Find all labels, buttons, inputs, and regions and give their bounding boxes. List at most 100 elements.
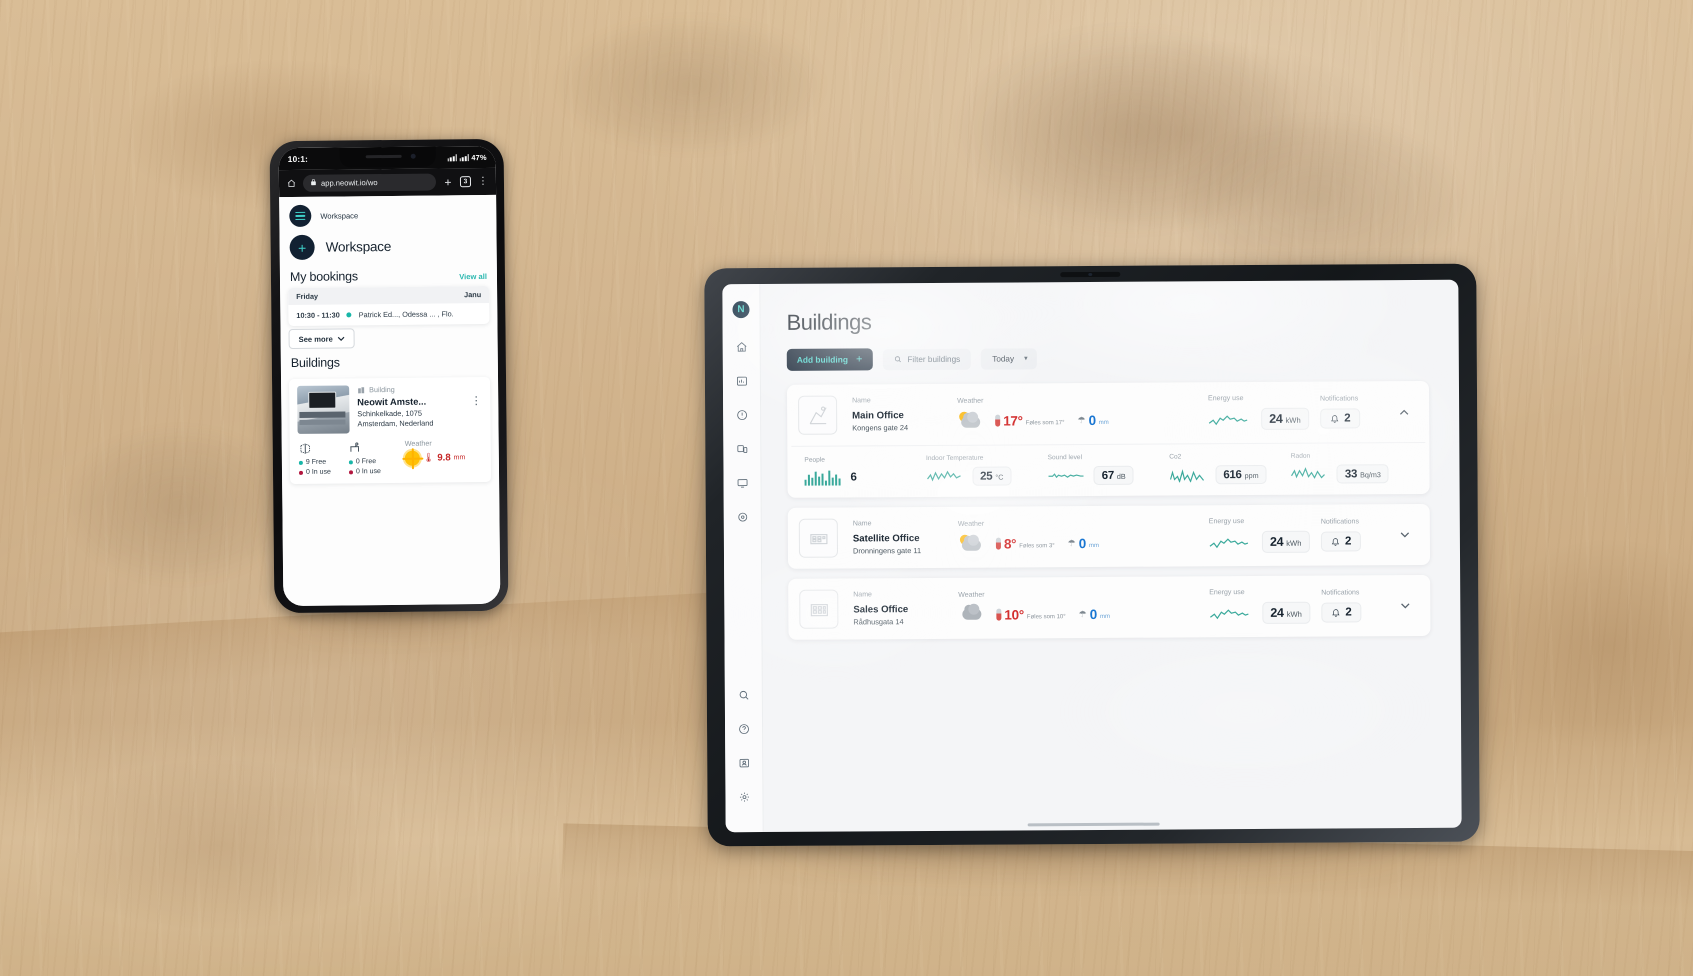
sidebar-item-alerts[interactable] — [729, 402, 755, 427]
energy-unit: kWh — [1285, 415, 1301, 425]
stat-inuse: 0 In use — [298, 469, 339, 476]
weather-label: Weather — [404, 438, 432, 448]
rain-unit: mm — [1098, 419, 1109, 426]
metric-row: 6 — [804, 468, 926, 486]
sidebar-item-account[interactable] — [731, 750, 757, 775]
stat-free: 0 Free — [348, 458, 389, 466]
building-sketch-icon — [810, 603, 828, 616]
tab-count-button[interactable]: 3 — [459, 176, 472, 188]
sidebar-item-devices[interactable] — [729, 436, 755, 461]
stat-desks: 0 Free 0 In use — [348, 439, 389, 475]
location-icon — [737, 512, 747, 522]
sound-sparkline — [1048, 473, 1084, 479]
booking-attendees: Patrick Ed..., Odessa ... , Flo. — [358, 309, 454, 320]
add-workspace-button[interactable]: + — [289, 234, 315, 261]
building-kebab-menu[interactable]: ⋮ — [470, 384, 483, 432]
sidebar-item-screens[interactable] — [729, 470, 755, 495]
metric-value-pill: 25 °C — [972, 466, 1012, 486]
metric-value: 6 — [850, 470, 857, 483]
col-header-weather: Weather — [957, 397, 984, 405]
building-address: Rådhusgata 14 — [853, 617, 904, 627]
expand-toggle[interactable] — [1393, 531, 1417, 538]
notifications-pill[interactable]: 2 — [1320, 408, 1361, 429]
my-bookings-title: My bookings — [289, 269, 359, 285]
rain-value: 0 — [1088, 412, 1096, 428]
metric-row: 25 °C — [926, 466, 1048, 486]
free-dot — [348, 459, 353, 464]
phone-device: 10:1: 47% app.neowit.io/wo 3 ⋮ Workspace… — [255, 138, 523, 634]
building-thumbnail — [297, 385, 350, 434]
rain-unit: mm — [1099, 613, 1110, 620]
building-row[interactable]: Name Sales Office Rådhusgata 14 Weather — [788, 575, 1430, 640]
booking-row[interactable]: 10:30 - 11:30 Patrick Ed..., Odessa ... … — [288, 303, 489, 326]
topbar-workspace-label: Workspace — [320, 210, 359, 221]
date-range-select[interactable]: Today ▾ — [981, 347, 1037, 370]
my-bookings-header: My bookings View all — [280, 261, 497, 288]
sun-behind-cloud-icon — [958, 534, 984, 554]
devices-icon — [736, 444, 747, 453]
energy-sparkline — [1208, 414, 1248, 425]
building-metrics: People 6 Indoor Temperature 25 °C Sound … — [791, 441, 1426, 498]
building-row[interactable]: Name Main Office Kongens gate 24 Weather — [787, 381, 1429, 446]
date-range-label: Today — [992, 353, 1015, 364]
sidebar-item-settings[interactable] — [731, 784, 757, 809]
free-dot — [298, 460, 303, 465]
see-more-button[interactable]: See more — [288, 328, 355, 350]
account-icon — [739, 758, 749, 767]
building-card[interactable]: Building Neowit Amste... Schinkelkade, 1… — [289, 376, 492, 485]
browser-url-bar[interactable]: app.neowit.io/wo 3 ⋮ — [278, 167, 497, 198]
booking-day-header: Friday Janu — [288, 285, 490, 306]
building-address: Dronningens gate 11 — [852, 546, 922, 556]
booking-month: Janu — [464, 290, 482, 300]
metric-radon: Radon 33 Bq/m3 — [1291, 452, 1413, 484]
dashboard-icon — [736, 376, 747, 386]
sidebar-item-dashboard[interactable] — [728, 368, 754, 393]
metric-sound-level: Sound level 67 dB — [1048, 454, 1170, 486]
building-row[interactable]: Name Satellite Office Dronningens gate 1… — [788, 504, 1430, 569]
stat-free: 9 Free — [298, 459, 339, 466]
leaf-shadow — [70, 430, 290, 580]
workspace-header: + Workspace — [279, 228, 496, 263]
see-more-label: See more — [298, 334, 333, 344]
chevron-up-icon — [1399, 409, 1409, 415]
building-card[interactable]: Name Sales Office Rådhusgata 14 Weather — [788, 574, 1431, 640]
expand-toggle[interactable] — [1392, 409, 1416, 415]
building-card[interactable]: Name Satellite Office Dronningens gate 1… — [787, 503, 1431, 569]
radon-sparkline — [1291, 467, 1326, 479]
building-type: Building — [357, 384, 462, 394]
view-all-link[interactable]: View all — [459, 272, 487, 281]
add-building-button[interactable]: Add building + — [786, 348, 873, 371]
metric-row: 67 dB — [1048, 465, 1170, 486]
overflow-menu-icon[interactable]: ⋮ — [478, 175, 488, 186]
filter-buildings-label: Filter buildings — [907, 354, 961, 364]
building-thumbnail — [798, 395, 838, 435]
notifications-pill[interactable]: 2 — [1320, 531, 1362, 552]
metric-co2: Co2 616 ppm — [1169, 453, 1291, 485]
phone-screen: 10:1: 47% app.neowit.io/wo 3 ⋮ Workspace… — [278, 145, 501, 607]
hamburger-menu-icon[interactable] — [289, 204, 312, 228]
neowit-logo[interactable]: N — [732, 301, 750, 319]
building-type-label: Building — [369, 384, 395, 395]
sidebar-item-help[interactable] — [730, 716, 756, 741]
wifi-icon — [459, 154, 469, 161]
building-card[interactable]: Name Main Office Kongens gate 24 Weather — [786, 380, 1430, 498]
sidebar-item-home[interactable] — [728, 334, 754, 359]
chevron-down-icon: ▾ — [1024, 355, 1028, 363]
umbrella-icon: ☂ — [1077, 414, 1086, 425]
metric-unit: ppm — [1244, 470, 1259, 480]
stat-free-label: 0 Free — [355, 458, 377, 466]
notifications-pill[interactable]: 2 — [1321, 602, 1362, 623]
home-icon[interactable] — [287, 179, 296, 188]
sidebar-item-locations[interactable] — [729, 504, 755, 529]
col-header-weather: Weather — [957, 520, 985, 528]
booking-card: Friday Janu 10:30 - 11:30 Patrick Ed...,… — [288, 285, 490, 327]
page-title: Buildings — [786, 309, 872, 335]
stat-weather: Weather 🌡 9.8 mm — [399, 438, 483, 466]
plus-icon[interactable] — [443, 177, 453, 187]
expand-toggle[interactable] — [1393, 602, 1417, 609]
bell-icon — [1331, 537, 1340, 546]
thermometer-icon — [995, 537, 1001, 550]
url-input[interactable]: app.neowit.io/wo — [302, 173, 437, 192]
filter-buildings-input[interactable]: Filter buildings — [882, 348, 972, 370]
sidebar-item-search[interactable] — [730, 682, 756, 707]
